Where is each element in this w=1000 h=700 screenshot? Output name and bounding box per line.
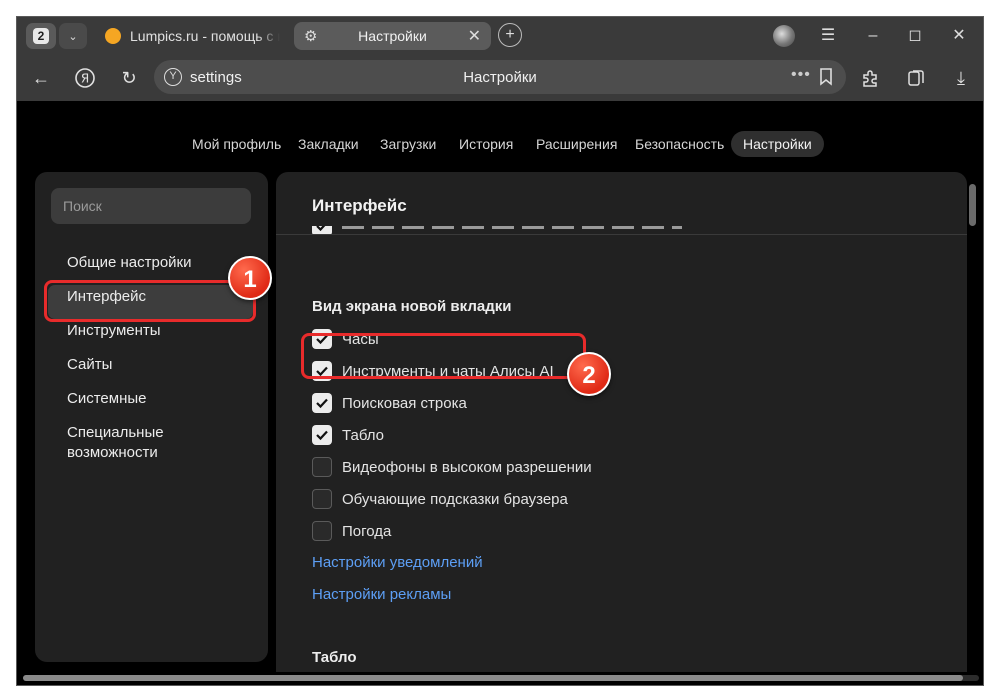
address-page-title: Настройки [463,69,537,86]
annotation-highlight-2 [301,333,586,379]
tab-counter-button[interactable]: 2 [26,23,56,49]
option-label: Табло [342,426,385,444]
nav-security[interactable]: Безопасность [635,131,724,157]
search-input[interactable]: Поиск [51,188,251,224]
sidebar-item-tools[interactable]: Инструменты [67,321,161,341]
tab-list-chevron-icon[interactable]: ⌄ [59,23,87,49]
download-icon[interactable]: ⤓ [948,65,974,91]
settings-main-panel: Интерфейс Вид экрана новой вкладки Часы … [276,172,967,672]
checkbox-unchecked[interactable] [312,489,332,509]
extensions-puzzle-icon[interactable] [858,65,884,91]
nav-bookmarks[interactable]: Закладки [298,131,359,157]
lumpics-favicon-icon [105,28,121,44]
annotation-badge-2: 2 [567,352,611,396]
ad-settings-link[interactable]: Настройки рекламы [312,586,451,603]
option-label: Обучающие подсказки браузера [342,490,568,508]
checkbox-checked[interactable] [312,425,332,445]
address-bar[interactable]: Y settings Настройки ••• [154,60,846,94]
section-title-tablo: Табло [312,649,357,666]
horizontal-scrollbar[interactable] [23,675,979,681]
tab-title: Lumpics.ru - помощь с компьютером [130,28,280,44]
option-label: Поисковая строка [342,394,467,412]
notification-settings-link[interactable]: Настройки уведомлений [312,554,483,571]
vertical-scrollbar[interactable] [969,184,976,226]
sidebar-item-general[interactable]: Общие настройки [67,253,192,273]
sidebar-item-sites[interactable]: Сайты [67,355,112,375]
tab-settings[interactable]: ⚙ Настройки ✕ [294,22,491,50]
tab-lumpics[interactable]: Lumpics.ru - помощь с компьютером [97,22,287,50]
section-title-newtab: Вид экрана новой вкладки [312,298,512,315]
tab-strip: 2 ⌄ Lumpics.ru - помощь с компьютером ⚙ … [17,17,983,55]
nav-settings[interactable]: Настройки [731,131,824,157]
checkbox-checked [312,226,332,234]
option-browser-hints[interactable]: Обучающие подсказки браузера [312,489,568,509]
yandex-site-icon: Y [164,68,182,86]
page-title: Интерфейс [312,196,407,215]
reload-icon[interactable]: ↻ [116,65,142,91]
option-tablo[interactable]: Табло [312,425,384,445]
nav-downloads[interactable]: Загрузки [380,131,436,157]
new-tab-plus-icon[interactable]: + [498,23,522,47]
option-label: Погода [342,522,392,540]
yandex-button-icon[interactable]: Я [72,65,98,91]
address-url[interactable]: settings [190,69,242,86]
option-weather[interactable]: Погода [312,521,391,541]
nav-extensions[interactable]: Расширения [536,131,617,157]
bookmark-icon[interactable] [819,68,833,86]
collections-icon[interactable] [903,65,929,91]
annotation-highlight-1 [44,280,256,322]
scrolled-option-partial [312,226,692,234]
tab-count: 2 [33,28,49,44]
back-arrow-icon[interactable]: ← [28,65,54,91]
header-divider [276,234,967,235]
svg-text:Я: Я [81,72,89,86]
sidebar-item-system[interactable]: Системные [67,389,146,409]
close-tab-icon[interactable]: ✕ [468,26,481,46]
profile-avatar[interactable] [773,25,795,47]
toolbar: ← Я ↻ Y settings Настройки ••• ⤓ [17,55,983,101]
settings-sidebar: Поиск Общие настройки Интерфейс Инструме… [35,172,268,662]
option-hd-backgrounds[interactable]: Видеофоны в высоком разрешении [312,457,592,477]
minimize-icon[interactable]: – [862,25,884,47]
annotation-badge-1: 1 [228,256,272,300]
checkbox-unchecked[interactable] [312,457,332,477]
sidebar-item-accessibility[interactable]: Специальные возможности [67,423,207,463]
nav-history[interactable]: История [459,131,513,157]
checkbox-checked[interactable] [312,393,332,413]
browser-window: 2 ⌄ Lumpics.ru - помощь с компьютером ⚙ … [16,16,984,686]
settings-top-nav: Мой профиль Закладки Загрузки История Ра… [17,131,983,157]
close-window-icon[interactable]: ✕ [948,25,970,47]
checkbox-unchecked[interactable] [312,521,332,541]
tab-title: Настройки [358,28,427,44]
option-search-bar[interactable]: Поисковая строка [312,393,467,413]
nav-my-profile[interactable]: Мой профиль [192,131,281,157]
more-dots-icon[interactable]: ••• [791,66,811,84]
maximize-icon[interactable]: ◻ [904,25,926,47]
option-label: Видеофоны в высоком разрешении [342,458,592,476]
menu-hamburger-icon[interactable]: ☰ [817,25,839,47]
